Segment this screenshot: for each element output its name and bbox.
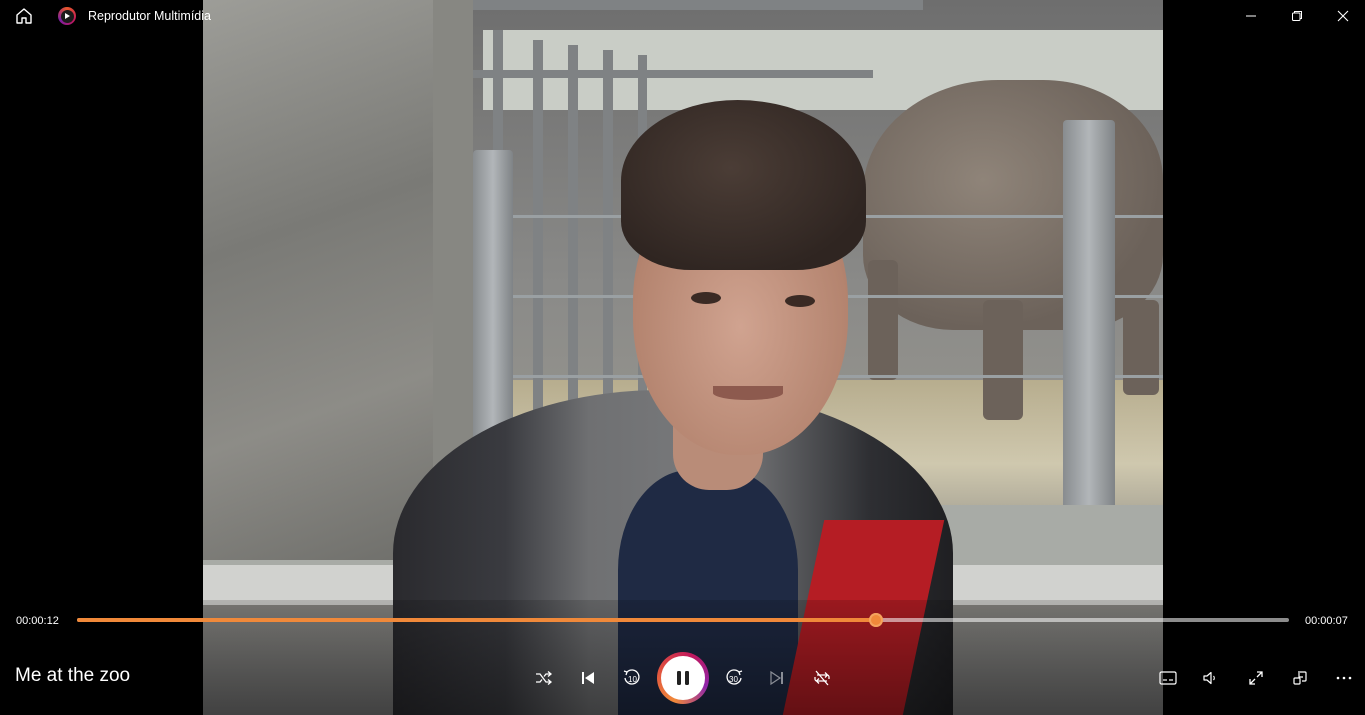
seek-bar[interactable] (77, 613, 1289, 627)
skip-back-10-icon: 10 (622, 668, 642, 688)
seek-bar-thumb[interactable] (868, 613, 883, 627)
next-button[interactable] (761, 662, 793, 694)
restore-icon (1291, 10, 1303, 22)
title-bar: Reprodutor Multimídia (0, 0, 1365, 32)
more-icon (1336, 676, 1352, 680)
skip-back-label: 10 (628, 675, 637, 684)
repeat-off-icon (813, 669, 831, 687)
window-title: Reprodutor Multimídia (88, 9, 211, 23)
fullscreen-button[interactable] (1240, 662, 1272, 694)
shuffle-icon (535, 670, 553, 686)
close-button[interactable] (1320, 0, 1365, 32)
home-button[interactable] (12, 6, 36, 26)
remaining-time: 00:00:07 (1305, 615, 1348, 627)
elapsed-time: 00:00:12 (16, 615, 59, 627)
pause-icon (673, 668, 693, 688)
volume-button[interactable] (1194, 662, 1226, 694)
captions-button[interactable] (1152, 662, 1184, 694)
previous-button[interactable] (572, 662, 604, 694)
seek-bar-progress (77, 618, 876, 622)
media-player-app-icon (58, 7, 76, 25)
previous-icon (580, 670, 596, 686)
media-title: Me at the zoo (15, 665, 131, 686)
next-icon (769, 670, 785, 686)
shuffle-button[interactable] (528, 662, 560, 694)
miniplayer-icon (1292, 670, 1308, 686)
pause-button[interactable] (657, 652, 709, 704)
captions-icon (1159, 671, 1177, 685)
rock-wall (203, 0, 453, 560)
repeat-button[interactable] (806, 662, 838, 694)
fullscreen-icon (1248, 670, 1264, 686)
skip-forward-button[interactable]: 30 (718, 662, 750, 694)
home-icon (15, 7, 33, 25)
close-icon (1337, 10, 1349, 22)
elephant (863, 80, 1163, 330)
skip-forward-label: 30 (729, 675, 738, 684)
restore-button[interactable] (1274, 0, 1320, 32)
miniplayer-button[interactable] (1284, 662, 1316, 694)
minimize-button[interactable] (1228, 0, 1274, 32)
minimize-icon (1245, 10, 1257, 22)
more-options-button[interactable] (1328, 662, 1360, 694)
skip-back-button[interactable]: 10 (616, 662, 648, 694)
skip-forward-30-icon: 30 (724, 668, 744, 688)
volume-icon (1202, 670, 1218, 686)
